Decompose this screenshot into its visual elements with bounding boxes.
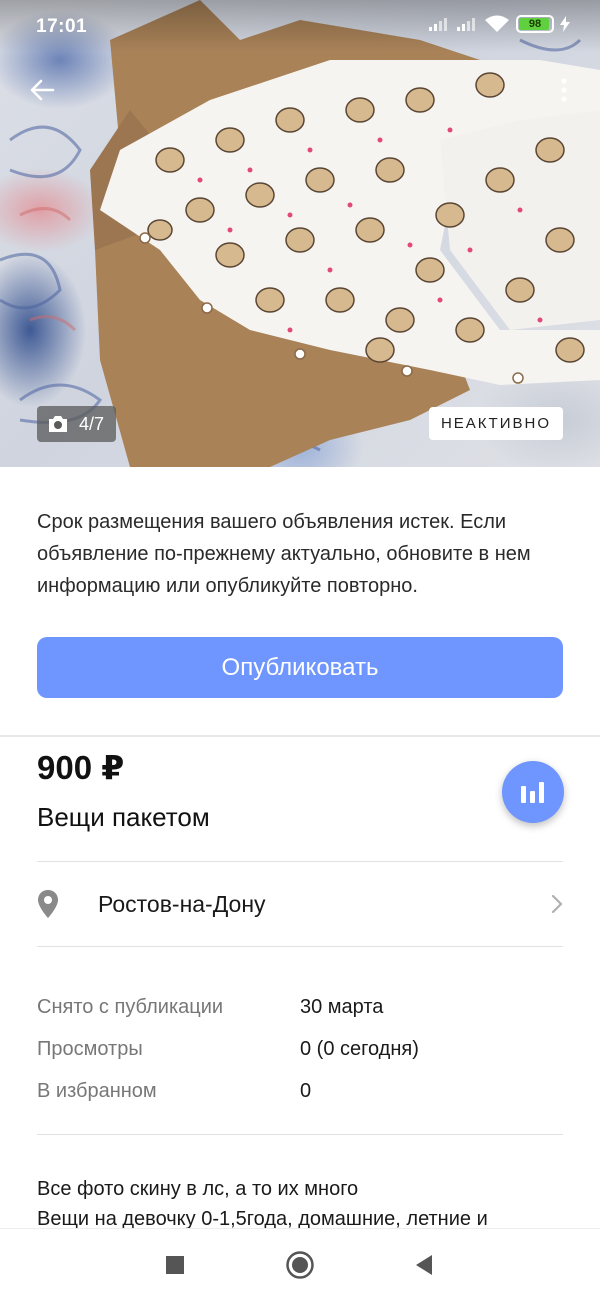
battery-level: 98: [528, 18, 542, 30]
info-row-favorites: В избранном 0: [37, 1070, 563, 1112]
cell-signal-icon: [429, 18, 447, 31]
system-nav-bar: [0, 1228, 600, 1299]
location-pin-icon: [37, 889, 73, 919]
divider: [37, 946, 563, 947]
charging-icon: [560, 16, 570, 32]
cell-signal-icon: [457, 18, 475, 31]
divider: [37, 1134, 563, 1135]
expired-notice: Срок размещения вашего объявления истек.…: [37, 511, 531, 597]
info-label: Просмотры: [37, 1037, 143, 1060]
listing-title: Вещи пакетом: [37, 802, 210, 832]
divider: [0, 735, 600, 737]
status-bar: 17:01 98: [0, 0, 600, 52]
back-arrow-icon[interactable]: [22, 70, 62, 110]
status-badge: НЕАКТИВНО: [428, 407, 563, 440]
listing-price: 900 ₽: [37, 749, 125, 786]
recents-icon[interactable]: [159, 1249, 191, 1281]
chevron-right-icon: [543, 894, 563, 914]
info-value: 30 марта: [300, 995, 384, 1018]
statistics-button[interactable]: [502, 761, 564, 823]
photo-counter: 4/7: [37, 406, 117, 442]
bar-chart-icon: [521, 782, 544, 803]
status-time: 17:01: [36, 16, 88, 37]
back-nav-icon[interactable]: [408, 1249, 440, 1281]
camera-icon: [49, 416, 67, 432]
info-row-views: Просмотры 0 (0 сегодня): [37, 1028, 563, 1070]
photo-scene: [0, 0, 600, 467]
location-city: Ростов-на-Дону: [98, 890, 266, 917]
description-line: Все фото скину в лс, а то их много: [37, 1178, 359, 1200]
listing-info: Снято с публикации 30 марта Просмотры 0 …: [37, 986, 563, 1112]
screen: 17:01 98 4/7 НЕАКТИВНО Срок размещения в…: [0, 0, 600, 1299]
info-label: Снято с публикации: [37, 995, 224, 1018]
info-label: В избранном: [37, 1079, 157, 1102]
info-value: 0: [300, 1079, 312, 1102]
status-icons: 98: [428, 15, 570, 33]
photo-counter-text: 4/7: [79, 413, 105, 434]
listing-photo[interactable]: 17:01 98 4/7 НЕАКТИВНО: [0, 0, 600, 467]
info-value: 0 (0 сегодня): [300, 1037, 419, 1060]
publish-button[interactable]: Опубликовать: [37, 637, 563, 698]
wifi-icon: [485, 15, 509, 32]
location-row[interactable]: Ростов-на-Дону: [37, 862, 563, 946]
info-row-unpublished: Снято с публикации 30 марта: [37, 986, 563, 1028]
more-options-icon[interactable]: [544, 70, 584, 110]
battery-icon: 98: [516, 15, 554, 33]
listing-description: Все фото скину в лс, а то их много Вещи …: [37, 1174, 567, 1234]
home-icon[interactable]: [284, 1249, 316, 1281]
